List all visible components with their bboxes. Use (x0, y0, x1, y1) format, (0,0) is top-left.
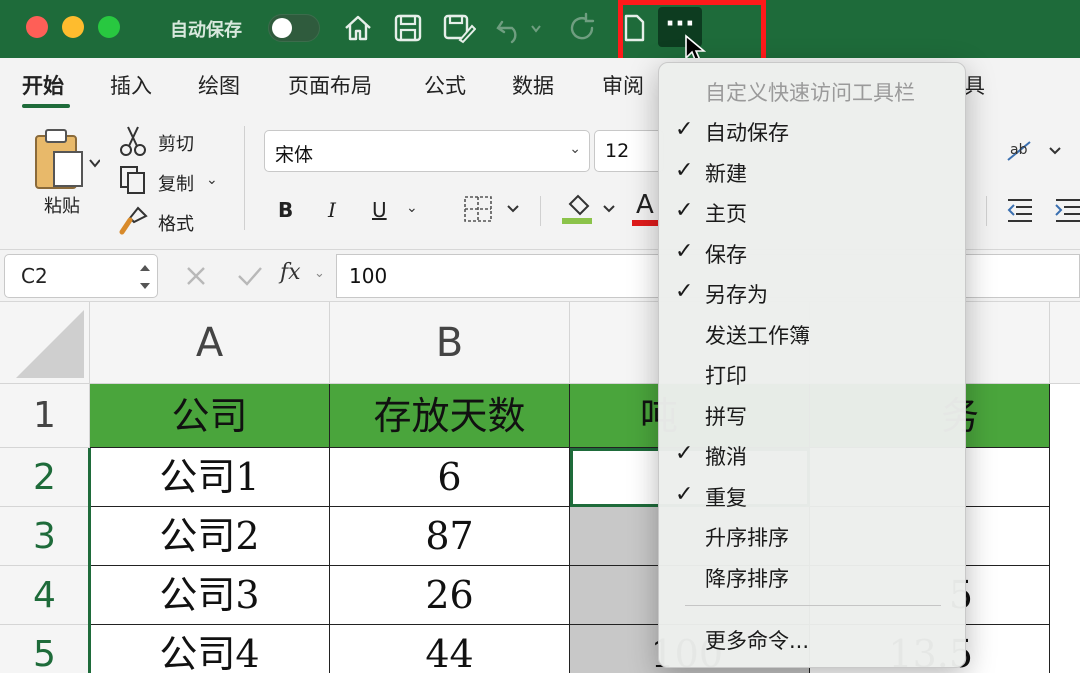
cell-b1[interactable]: 存放天数 (330, 384, 570, 448)
tab-insert[interactable]: 插入 (110, 70, 152, 100)
check-icon: ✓ (675, 441, 694, 466)
cell-reference: C2 (21, 264, 48, 288)
row-header-2[interactable]: 2 (0, 448, 90, 507)
menu-title: 自定义快速访问工具栏 (705, 81, 915, 105)
column-header-b[interactable]: B (330, 302, 570, 384)
check-icon: ✓ (675, 158, 694, 183)
cell-a5[interactable]: 公司4 (90, 625, 330, 673)
column-header-a[interactable]: A (90, 302, 330, 384)
divider (540, 196, 541, 226)
cell-b5[interactable]: 44 (330, 625, 570, 673)
divider (986, 196, 987, 226)
column-header-e[interactable] (1050, 302, 1080, 384)
cancel-icon[interactable] (184, 264, 208, 288)
text-orientation-icon[interactable]: ab (1004, 136, 1064, 166)
select-all-corner[interactable] (0, 302, 90, 384)
cell-b2[interactable]: 6 (330, 448, 570, 507)
title-bar: 自动保存 ··· (0, 0, 1080, 64)
autosave-toggle[interactable] (268, 14, 320, 42)
check-icon: ✓ (675, 279, 694, 304)
copy-label[interactable]: 复制 (158, 170, 194, 196)
cell-b4[interactable]: 26 (330, 566, 570, 625)
menu-item-spelling[interactable]: 拼写 (659, 395, 965, 435)
cell-a4[interactable]: 公司3 (90, 566, 330, 625)
tab-data[interactable]: 数据 (512, 70, 554, 100)
menu-item-redo[interactable]: ✓ 重复 (659, 476, 965, 516)
chevron-down-icon[interactable]: ⌄ (206, 172, 218, 188)
menu-item-print[interactable]: 打印 (659, 354, 965, 394)
enter-check-icon[interactable] (236, 264, 264, 288)
fill-color-icon[interactable] (562, 190, 622, 226)
font-size-dropdown[interactable]: 12 (594, 130, 664, 172)
row-header-4[interactable]: 4 (0, 566, 90, 625)
divider (244, 126, 245, 230)
menu-item-sort-ascending[interactable]: 升序排序 (659, 516, 965, 556)
menu-item-autosave[interactable]: ✓ 自动保存 (659, 111, 965, 151)
cut-label[interactable]: 剪切 (158, 130, 194, 156)
menu-item-send-workbook[interactable]: 发送工作簿 (659, 314, 965, 354)
save-as-icon[interactable] (442, 12, 476, 44)
underline-button[interactable]: U (372, 198, 387, 222)
save-icon[interactable] (392, 12, 424, 44)
check-icon: ✓ (675, 198, 694, 223)
formula-value: 100 (349, 264, 388, 288)
font-name-value: 宋体 (275, 144, 314, 166)
scissors-icon[interactable] (118, 124, 148, 158)
row-header-5[interactable]: 5 (0, 625, 90, 673)
insert-function-button[interactable]: fx (280, 260, 301, 285)
borders-icon[interactable] (462, 194, 526, 224)
check-icon: ✓ (675, 482, 694, 507)
close-window-button[interactable] (26, 16, 48, 38)
paste-label[interactable]: 粘贴 (44, 192, 80, 218)
menu-item-undo[interactable]: ✓ 撤消 (659, 435, 965, 475)
chevron-down-icon: ⌄ (569, 141, 581, 157)
paste-icon[interactable] (30, 126, 100, 196)
selection-border (88, 448, 91, 673)
tab-review[interactable]: 审阅 (602, 70, 644, 100)
italic-button[interactable]: I (328, 198, 336, 222)
row-header-1[interactable]: 1 (0, 384, 90, 448)
menu-item-sort-descending[interactable]: 降序排序 (659, 557, 965, 597)
row-header-3[interactable]: 3 (0, 507, 90, 566)
autosave-label: 自动保存 (170, 20, 242, 41)
chevron-down-icon[interactable]: ⌄ (406, 200, 418, 216)
name-box[interactable]: C2 (4, 254, 158, 298)
font-color-swatch (632, 220, 660, 226)
tab-draw[interactable]: 绘图 (198, 70, 240, 100)
cell-b3[interactable]: 87 (330, 507, 570, 566)
cell-a3[interactable]: 公司2 (90, 507, 330, 566)
cell-a1[interactable]: 公司 (90, 384, 330, 448)
font-color-button[interactable]: A (636, 190, 654, 220)
quick-access-toolbar-menu: 自定义快速访问工具栏 ✓ 自动保存 ✓ 新建 ✓ 主页 ✓ 保存 ✓ 另存为 发… (658, 62, 966, 668)
format-painter-label[interactable]: 格式 (158, 210, 194, 236)
tab-tools[interactable]: 具 (964, 70, 985, 100)
menu-item-new[interactable]: ✓ 新建 (659, 152, 965, 192)
menu-item-save-as[interactable]: ✓ 另存为 (659, 273, 965, 313)
check-icon: ✓ (675, 117, 694, 142)
menu-separator (685, 605, 941, 606)
tab-formulas[interactable]: 公式 (424, 70, 466, 100)
font-name-dropdown[interactable]: 宋体 ⌄ (264, 130, 590, 172)
minimize-window-button[interactable] (62, 16, 84, 38)
indent-icons[interactable] (1006, 196, 1080, 224)
undo-icon[interactable] (494, 12, 548, 44)
chevron-down-icon[interactable]: ⌄ (314, 266, 325, 281)
menu-item-home[interactable]: ✓ 主页 (659, 192, 965, 232)
copy-icon[interactable] (118, 164, 148, 196)
active-tab-indicator (22, 104, 70, 108)
home-icon[interactable] (342, 12, 374, 44)
svg-text:ab: ab (1010, 142, 1028, 158)
tab-home[interactable]: 开始 (22, 70, 64, 100)
zoom-window-button[interactable] (98, 16, 120, 38)
check-icon: ✓ (675, 239, 694, 264)
tab-page-layout[interactable]: 页面布局 (288, 70, 372, 100)
bold-button[interactable]: B (278, 198, 293, 222)
redo-icon[interactable] (566, 12, 598, 44)
menu-item-save[interactable]: ✓ 保存 (659, 233, 965, 273)
cell-a2[interactable]: 公司1 (90, 448, 330, 507)
font-size-value: 12 (605, 140, 630, 162)
menu-item-more-commands[interactable]: 更多命令... (659, 619, 965, 659)
stepper-icon[interactable] (139, 261, 151, 293)
format-painter-icon[interactable] (118, 204, 150, 236)
